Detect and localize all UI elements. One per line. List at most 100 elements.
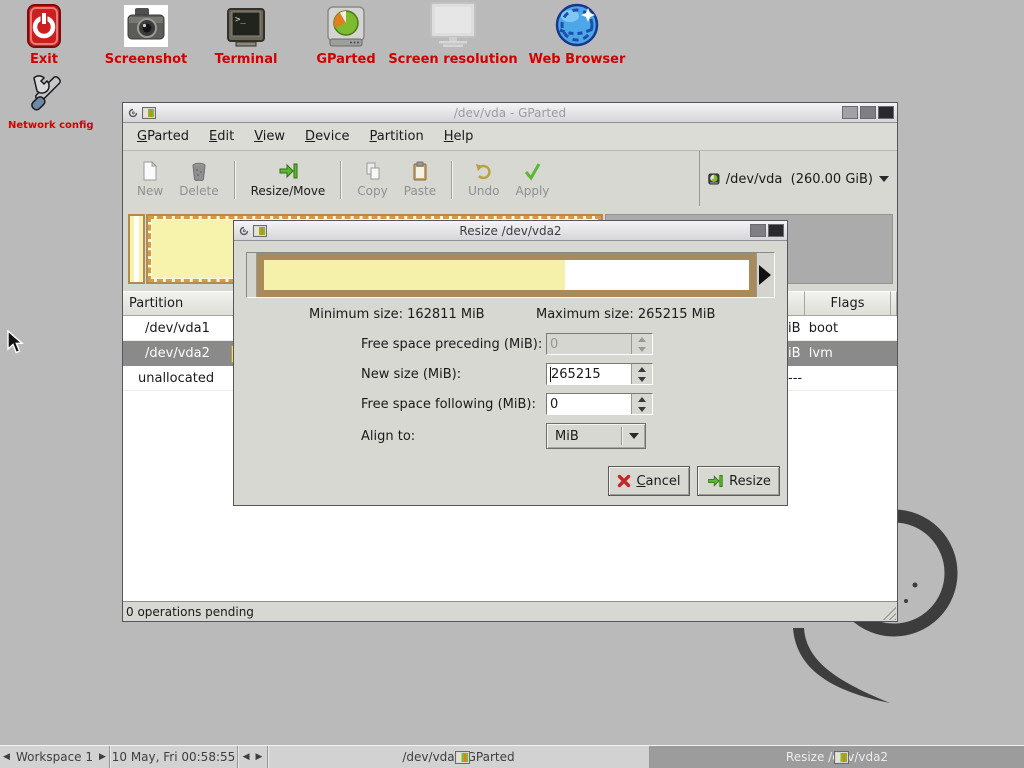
iconbox-pager[interactable]: ◀ ▶ — [238, 746, 268, 768]
desktop-icon-network-config[interactable]: Network config — [8, 70, 88, 131]
window-title: /dev/vda - GParted — [123, 106, 897, 120]
svg-text:>_: >_ — [235, 15, 246, 25]
menu-device[interactable]: Device — [295, 124, 359, 149]
desktop-icon-label: Web Browser — [522, 52, 632, 67]
menu-partition[interactable]: Partition — [360, 124, 434, 149]
column-header-partition[interactable]: Partition — [123, 291, 234, 316]
dialog-titlebar[interactable]: Resize /dev/vda2 — [234, 221, 787, 241]
desktop-icon-screenshot[interactable]: Screenshot — [104, 2, 188, 67]
align-to-value: MiB — [547, 429, 621, 444]
workspace-prev-icon[interactable]: ◀ — [3, 752, 10, 762]
copy-button[interactable]: Copy — [349, 156, 395, 204]
resize-dialog: Resize /dev/vda2 Minimum size: 162811 — [233, 220, 788, 506]
pager-right-icon[interactable]: ▶ — [256, 752, 263, 762]
maximize-button[interactable] — [750, 224, 766, 237]
undo-button[interactable]: Undo — [460, 156, 507, 204]
menubar: GParted Edit View Device Partition Help — [123, 123, 897, 151]
resize-move-icon — [278, 161, 298, 181]
right-resize-handle[interactable] — [756, 253, 774, 297]
close-button[interactable] — [768, 224, 784, 237]
free-space-preceding-label: Free space preceding (MiB): — [361, 337, 542, 352]
row-right-fragment: --- — [788, 371, 802, 386]
menu-help[interactable]: Help — [434, 124, 484, 149]
free-space-preceding-spinbox: 0 — [546, 333, 653, 355]
status-bar: 0 operations pending — [123, 601, 897, 621]
free-space-preceding-value: 0 — [547, 334, 631, 354]
desktop-icon-label: Exit — [8, 52, 80, 67]
delete-button[interactable]: Delete — [171, 156, 226, 204]
trash-icon — [190, 161, 208, 181]
spin-down-icon[interactable] — [632, 404, 652, 414]
maximum-size-label: Maximum size: 265215 MiB — [536, 307, 715, 322]
resize-slider[interactable] — [246, 252, 775, 298]
workspace-switcher[interactable]: ◀ Workspace 1 ▶ — [0, 746, 110, 768]
chevron-down-icon — [629, 433, 639, 439]
maximize-button[interactable] — [860, 106, 876, 119]
spin-up-icon[interactable] — [632, 364, 652, 374]
workspace-next-icon[interactable]: ▶ — [99, 752, 106, 762]
desktop-icon-gparted[interactable]: GParted — [306, 2, 386, 67]
close-button[interactable] — [878, 106, 894, 119]
desktop-icon-exit[interactable]: Exit — [8, 2, 80, 67]
spin-down-icon[interactable] — [632, 374, 652, 384]
device-selector[interactable]: /dev/vda (260.00 GiB) — [699, 151, 897, 207]
toolbar: New Delete Resize/Move — [123, 151, 897, 209]
partition-box-vda1[interactable] — [128, 214, 145, 284]
gparted-task-icon — [455, 751, 470, 764]
cancel-button[interactable]: Cancel — [608, 466, 690, 496]
new-page-icon — [141, 161, 159, 181]
menu-edit[interactable]: Edit — [199, 124, 244, 149]
new-size-spinbox[interactable]: 265215 — [546, 363, 653, 385]
partition-name: unallocated — [123, 371, 214, 386]
left-resize-handle[interactable] — [247, 253, 257, 297]
align-to-dropdown[interactable]: MiB — [546, 423, 646, 449]
taskbar-item-resize-dialog[interactable]: Resize /dev/vda2 — [650, 746, 1024, 768]
menu-gparted[interactable]: GParted — [127, 124, 199, 149]
chevron-down-icon — [879, 176, 889, 182]
resize-arrow-icon[interactable] — [759, 265, 771, 285]
minimize-button[interactable] — [842, 106, 858, 119]
desktop-icon-screen-resolution[interactable]: Screen resolution — [388, 2, 518, 67]
power-icon — [8, 2, 80, 48]
cancel-button-label: Cancel — [636, 474, 680, 489]
monitor-icon — [388, 2, 518, 48]
desktop-icon-label: Terminal — [204, 52, 288, 67]
taskbar: ◀ Workspace 1 ▶ 10 May, Fri 00:58:55 ◀ ▶… — [0, 745, 1024, 768]
desktop-icon-label: Network config — [8, 120, 88, 131]
desktop-icon-terminal[interactable]: >_ Terminal — [204, 2, 288, 67]
main-titlebar[interactable]: /dev/vda - GParted — [123, 103, 897, 123]
resize-grip[interactable] — [881, 605, 896, 620]
menu-view[interactable]: View — [244, 124, 295, 149]
copy-icon — [364, 161, 382, 181]
apply-button[interactable]: Apply — [508, 156, 558, 204]
used-space-bar — [264, 260, 565, 290]
gparted-task-icon — [834, 751, 849, 764]
new-button[interactable]: New — [129, 156, 171, 204]
paste-icon — [411, 161, 429, 181]
column-header-flags[interactable]: Flags — [805, 291, 891, 316]
taskbar-item-gparted[interactable]: /dev/vda - GParted — [268, 746, 650, 768]
resize-move-button[interactable]: Resize/Move — [243, 156, 334, 204]
undo-icon — [475, 161, 493, 181]
pager-left-icon[interactable]: ◀ — [243, 752, 250, 762]
desktop-icon-label: GParted — [306, 52, 386, 67]
spin-up-icon[interactable] — [632, 394, 652, 404]
paste-button[interactable]: Paste — [396, 156, 444, 204]
desktop-icon-web-browser[interactable]: Web Browser — [522, 2, 632, 67]
free-space-following-spinbox[interactable]: 0 — [546, 393, 653, 415]
tools-icon — [8, 70, 88, 116]
free-space-following-value[interactable]: 0 — [547, 394, 631, 414]
minimum-size-label: Minimum size: 162811 MiB — [309, 307, 485, 322]
device-disk-icon — [708, 170, 720, 188]
mouse-cursor — [6, 330, 24, 356]
spin-up-icon — [632, 334, 652, 344]
workspace-label: Workspace 1 — [16, 750, 93, 764]
resize-button-label: Resize — [729, 474, 771, 489]
camera-icon — [104, 2, 188, 48]
resize-button[interactable]: Resize — [697, 466, 780, 496]
terminal-icon: >_ — [204, 2, 288, 48]
status-text: 0 operations pending — [123, 605, 254, 619]
clock: 10 May, Fri 00:58:55 — [110, 746, 238, 768]
align-to-label: Align to: — [361, 429, 415, 444]
resize-arrow-icon — [706, 473, 724, 489]
